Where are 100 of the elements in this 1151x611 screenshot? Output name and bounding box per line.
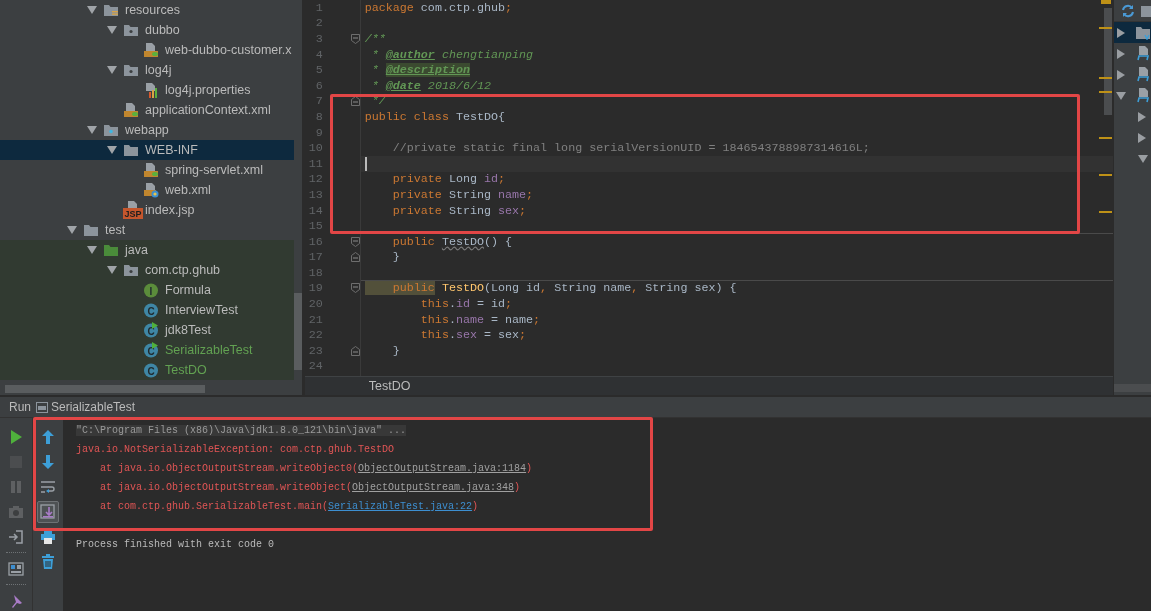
tree-item[interactable]: JSP index.jsp (0, 200, 294, 220)
file-link[interactable]: ObjectOutputStream.java:348 (352, 482, 515, 493)
xml-file-icon (143, 162, 159, 178)
line-number: 20 (307, 297, 323, 312)
console-line: at com.ctp.ghub.SerializableTest.main(SerializableTest.java:22) (99, 501, 479, 512)
fold-marker-icon[interactable] (350, 34, 360, 44)
warning-mark[interactable] (1100, 0, 1111, 4)
expanded-arrow-icon[interactable] (67, 226, 77, 234)
fold-marker-icon[interactable] (350, 236, 360, 247)
letter-circle-icon: C (143, 342, 159, 358)
code-line: //private static final long serialVersionUID = 1846543788987314616L; (391, 141, 870, 156)
collapsed-arrow-icon[interactable] (1117, 69, 1126, 80)
tree-item[interactable]: C InterviewTest (0, 300, 294, 320)
expanded-arrow-icon[interactable] (1138, 154, 1149, 163)
tree-item[interactable]: I Formula (0, 280, 294, 300)
folder-icon (123, 143, 139, 157)
console-line: java.io.NotSerializableException: com.ctp.ghub.TestDO (76, 444, 395, 455)
warning-mark[interactable] (1098, 211, 1112, 213)
scrollbar[interactable] (1103, 8, 1112, 115)
module-file-icon (1136, 67, 1151, 82)
expanded-arrow-icon[interactable] (1116, 91, 1127, 100)
line-number: 1 (314, 0, 323, 15)
code-line: * @date 2018/6/12 (370, 78, 491, 93)
properties-file-icon (143, 82, 159, 98)
tree-item[interactable] (1114, 22, 1151, 43)
file-link[interactable]: SerializableTest.java:22 (328, 501, 473, 512)
collapsed-arrow-icon[interactable] (1138, 111, 1147, 122)
code-line: this.id = id; (419, 297, 513, 312)
code-line: private String sex; (391, 203, 527, 218)
scrollbar[interactable] (294, 293, 302, 370)
run-tab[interactable]: SerializableTest (36, 397, 136, 417)
console-line: at java.io.ObjectOutputStream.writeObject(ObjectOutputStream.java:348) (99, 482, 521, 493)
line-number: 15 (307, 219, 323, 234)
breadcrumb-item[interactable]: TestDO (368, 379, 411, 393)
line-number: 23 (307, 343, 323, 358)
tree-item[interactable]: WEB-INF (0, 140, 294, 160)
expanded-arrow-icon[interactable] (107, 66, 117, 74)
warning-mark[interactable] (1098, 77, 1112, 79)
tree-item[interactable]: java (0, 240, 294, 260)
tree-item[interactable]: C SerializableTest (0, 340, 294, 360)
console-line: Process finished with exit code 0 (76, 539, 275, 550)
letter-circle-icon: C (143, 302, 159, 318)
fold-marker-icon[interactable] (350, 96, 360, 107)
refresh-icon[interactable] (1121, 3, 1135, 18)
code-line: this.name = name; (419, 312, 541, 327)
tree-item[interactable]: dubbo (0, 20, 294, 40)
code-line: public TestDO(Long id, String name, String sex) { (364, 281, 737, 296)
warning-mark[interactable] (1098, 91, 1112, 93)
tree-item[interactable]: log4j (0, 60, 294, 80)
collapsed-arrow-icon[interactable] (1117, 48, 1126, 59)
run-icon (8, 428, 24, 445)
tree-item[interactable]: log4j.properties (0, 80, 294, 100)
tree-item[interactable]: web-dubbo-customer.x (0, 40, 294, 60)
code-line: /** (364, 32, 386, 46)
folder-icon[interactable] (1141, 3, 1151, 18)
folder-icon (1136, 25, 1151, 40)
code-line: * @author chengtianping (370, 47, 534, 62)
folder-icon (123, 263, 139, 277)
expanded-arrow-icon[interactable] (107, 26, 117, 34)
warning-mark[interactable] (1098, 137, 1112, 139)
code-line: } (391, 250, 400, 265)
trash-icon (40, 553, 56, 570)
collapsed-arrow-icon[interactable] (1117, 27, 1126, 38)
tree-item[interactable]: spring-servlet.xml (0, 160, 294, 180)
letter-circle-icon: I (143, 282, 159, 298)
expanded-arrow-icon[interactable] (87, 6, 97, 14)
tree-item[interactable]: C jdk8Test (0, 320, 294, 340)
panel-title: Run (9, 400, 31, 414)
fold-marker-icon[interactable] (350, 345, 360, 356)
tree-item[interactable]: com.ctp.ghub (0, 260, 294, 280)
scrollbar[interactable] (1114, 384, 1151, 392)
tree-item[interactable]: applicationContext.xml (0, 100, 294, 120)
tree-item[interactable]: webapp (0, 120, 294, 140)
line-number: 24 (307, 359, 323, 374)
expanded-arrow-icon[interactable] (107, 146, 117, 154)
pause-icon (8, 478, 24, 495)
file-link[interactable]: ObjectOutputStream.java:1184 (358, 463, 527, 474)
tree-item[interactable]: web.xml (0, 180, 294, 200)
fold-marker-icon[interactable] (350, 283, 360, 294)
code-line: } (391, 343, 400, 358)
line-number: 6 (314, 78, 323, 93)
tree-item[interactable]: resources (0, 0, 294, 20)
tree-item[interactable]: test (0, 220, 294, 240)
code-line: private String name; (391, 187, 534, 202)
expanded-arrow-icon[interactable] (107, 266, 117, 274)
warning-mark[interactable] (1098, 174, 1112, 176)
tree-item[interactable]: C TestDO (0, 360, 294, 380)
collapsed-arrow-icon[interactable] (1138, 132, 1147, 143)
folder-icon (123, 63, 139, 77)
fold-marker-icon[interactable] (350, 252, 360, 263)
line-number: 4 (314, 47, 323, 62)
expanded-arrow-icon[interactable] (87, 246, 97, 254)
expanded-arrow-icon[interactable] (87, 126, 97, 134)
text-caret (364, 156, 367, 171)
warning-mark[interactable] (1098, 27, 1112, 29)
line-number: 14 (307, 203, 323, 218)
line-number: 12 (307, 172, 323, 187)
folder-icon (103, 123, 119, 137)
line-number: 16 (307, 234, 323, 249)
scrollbar[interactable] (5, 385, 205, 393)
